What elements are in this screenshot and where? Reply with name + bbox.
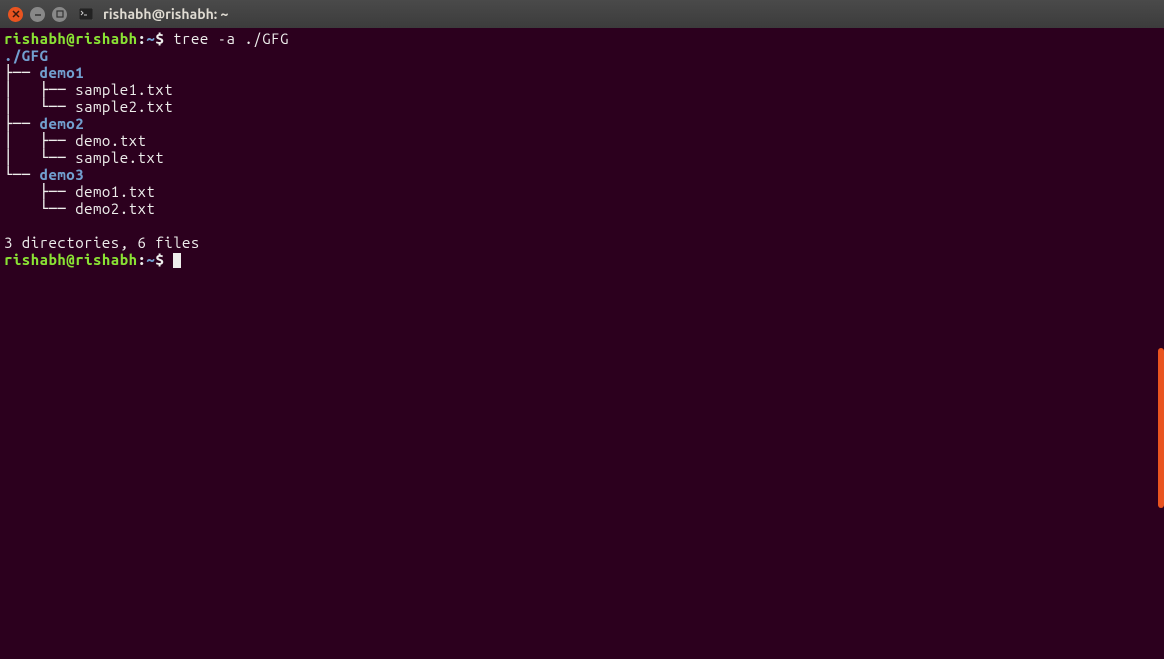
scrollbar-track[interactable] (1152, 28, 1164, 659)
terminal-icon (78, 6, 94, 22)
prompt-dollar: $ (155, 251, 173, 268)
window-controls (8, 7, 67, 22)
maximize-icon[interactable] (52, 7, 67, 22)
prompt-user: rishabh@rishabh (4, 30, 138, 47)
minimize-icon[interactable] (30, 7, 45, 22)
tree-root: ./GFG (4, 47, 49, 64)
scrollbar-thumb[interactable] (1158, 348, 1164, 508)
prompt-user: rishabh@rishabh (4, 251, 138, 268)
prompt-path: ~ (146, 30, 155, 47)
close-icon[interactable] (8, 7, 23, 22)
prompt-dollar: $ (155, 30, 173, 47)
window-titlebar: rishabh@rishabh: ~ (0, 0, 1164, 28)
command-text: tree -a ./GFG (173, 30, 289, 47)
cursor-icon (173, 253, 181, 268)
tree-summary: 3 directories, 6 files (4, 234, 200, 251)
tree-listing: ├── demo1 │ ├── sample1.txt │ └── sample… (4, 64, 1160, 217)
terminal-output[interactable]: rishabh@rishabh:~$ tree -a ./GFG ./GFG ├… (0, 28, 1164, 270)
window-title: rishabh@rishabh: ~ (103, 6, 228, 22)
prompt-path: ~ (146, 251, 155, 268)
